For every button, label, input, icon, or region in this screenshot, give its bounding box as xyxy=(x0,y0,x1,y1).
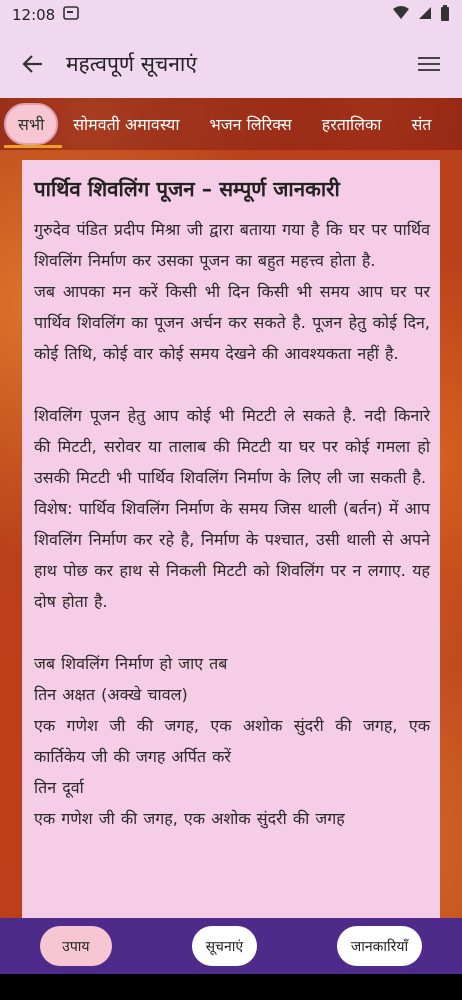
article-paragraph: जब आपका मन करें किसी भी दिन किसी भी समय … xyxy=(34,282,430,363)
article-blank-line xyxy=(34,617,430,648)
article-card[interactable]: पार्थिव शिवलिंग पूजन – सम्पूर्ण जानकारी … xyxy=(22,160,440,920)
bottom-nav: उपाय सूचनाएं जानकारियाँ xyxy=(0,918,462,974)
battery-icon xyxy=(440,5,450,25)
gesture-bar xyxy=(0,974,462,1000)
article-paragraph: गुरुदेव पंडित प्रदीप मिश्रा जी द्वारा बत… xyxy=(34,220,430,270)
article-paragraph: जब शिवलिंग निर्माण हो जाए तब xyxy=(34,654,228,673)
tab-indicator xyxy=(4,145,62,148)
article-blank-line xyxy=(34,369,430,400)
article-paragraph: तिन दूर्वा xyxy=(34,778,84,797)
article-paragraph: एक गणेश जी की जगह, एक अशोक सुंदरी की जगह… xyxy=(34,716,430,766)
article-paragraph: शिवलिंग पूजन हेतु आप कोई भी मिटटी ले सकत… xyxy=(34,406,430,487)
nav-jankariyan-button[interactable]: जानकारियाँ xyxy=(336,926,423,966)
app-bar: महत्वपूर्ण सूचनाएं xyxy=(0,30,462,98)
tab-sant[interactable]: संत xyxy=(396,113,446,135)
page-title: महत्वपूर्ण सूचनाएं xyxy=(66,52,197,76)
notification-icon xyxy=(63,6,80,24)
arrow-left-icon[interactable] xyxy=(18,49,48,79)
wifi-icon xyxy=(392,6,410,24)
category-tabs: सभी सोमवती अमावस्या भजन लिरिक्स हरतालिका… xyxy=(0,98,462,150)
article-paragraph: तिन अक्षत (अक्खे चावल) xyxy=(34,685,188,704)
menu-icon[interactable] xyxy=(414,49,444,79)
nav-upay-button[interactable]: उपाय xyxy=(39,926,112,966)
signal-icon xyxy=(418,6,432,24)
article-paragraph: विशेष: पार्थिव शिवलिंग निर्माण के समय जि… xyxy=(34,499,430,611)
tab-somvati-amavasya[interactable]: सोमवती अमावस्या xyxy=(58,113,194,135)
nav-suchnaye-button[interactable]: सूचनाएं xyxy=(191,926,258,966)
article-paragraph: एक गणेश जी की जगह, एक अशोक सुंदरी की जगह xyxy=(34,809,345,828)
tab-bhajan-lyrics[interactable]: भजन लिरिक्स xyxy=(194,113,306,135)
status-time: 12:08 xyxy=(12,6,56,24)
status-bar: 12:08 xyxy=(0,0,462,30)
article-title: पार्थिव शिवलिंग पूजन – सम्पूर्ण जानकारी xyxy=(34,177,340,201)
tab-hartalika[interactable]: हरतालिका xyxy=(307,113,397,135)
tab-all[interactable]: सभी xyxy=(4,103,59,145)
